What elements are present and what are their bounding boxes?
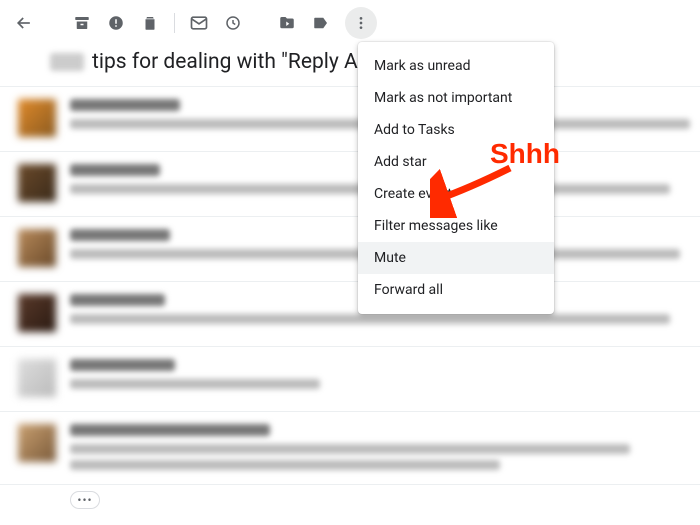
subject-prefix-blur bbox=[50, 53, 84, 71]
message-list bbox=[0, 86, 700, 485]
sender-blur bbox=[70, 294, 165, 306]
toolbar-separator bbox=[174, 13, 175, 33]
sender-blur bbox=[70, 424, 270, 436]
message-row[interactable] bbox=[0, 217, 700, 282]
message-body bbox=[70, 359, 682, 397]
snippet-blur bbox=[70, 379, 320, 389]
avatar bbox=[18, 424, 56, 462]
more-menu: Mark as unreadMark as not importantAdd t… bbox=[358, 42, 554, 314]
menu-item-add-star[interactable]: Add star bbox=[358, 146, 554, 178]
message-row[interactable] bbox=[0, 412, 700, 485]
avatar bbox=[18, 294, 56, 332]
delete-icon[interactable] bbox=[140, 13, 160, 33]
message-body bbox=[70, 424, 682, 470]
snippet-blur bbox=[70, 460, 500, 470]
thread-subject: tips for dealing with "Reply All bbox=[0, 46, 700, 86]
sender-blur bbox=[70, 99, 180, 111]
snooze-icon[interactable] bbox=[223, 13, 243, 33]
snippet-blur bbox=[70, 314, 670, 324]
sender-blur bbox=[70, 359, 175, 371]
message-row[interactable] bbox=[0, 152, 700, 217]
message-row[interactable] bbox=[0, 347, 700, 412]
menu-item-filter-messages-like[interactable]: Filter messages like bbox=[358, 210, 554, 242]
label-icon[interactable] bbox=[311, 13, 331, 33]
menu-item-mute[interactable]: Mute bbox=[358, 242, 554, 274]
sender-blur bbox=[70, 229, 170, 241]
avatar bbox=[18, 164, 56, 202]
avatar bbox=[18, 229, 56, 267]
avatar bbox=[18, 359, 56, 397]
move-to-icon[interactable] bbox=[277, 13, 297, 33]
avatar bbox=[18, 99, 56, 137]
expand-thread-button[interactable]: ••• bbox=[70, 491, 100, 509]
message-row[interactable] bbox=[0, 87, 700, 152]
subject-text: tips for dealing with "Reply All bbox=[92, 50, 368, 74]
mark-unread-icon[interactable] bbox=[189, 13, 209, 33]
spam-icon[interactable] bbox=[106, 13, 126, 33]
menu-item-add-to-tasks[interactable]: Add to Tasks bbox=[358, 114, 554, 146]
back-icon[interactable] bbox=[14, 13, 34, 33]
archive-icon[interactable] bbox=[72, 13, 92, 33]
snippet-blur bbox=[70, 444, 630, 454]
menu-item-mark-as-unread[interactable]: Mark as unread bbox=[358, 50, 554, 82]
toolbar bbox=[0, 0, 700, 46]
sender-blur bbox=[70, 164, 160, 176]
message-row[interactable] bbox=[0, 282, 700, 347]
menu-item-create-event[interactable]: Create event bbox=[358, 178, 554, 210]
more-button[interactable] bbox=[345, 7, 377, 39]
menu-item-mark-as-not-important[interactable]: Mark as not important bbox=[358, 82, 554, 114]
menu-item-forward-all[interactable]: Forward all bbox=[358, 274, 554, 306]
